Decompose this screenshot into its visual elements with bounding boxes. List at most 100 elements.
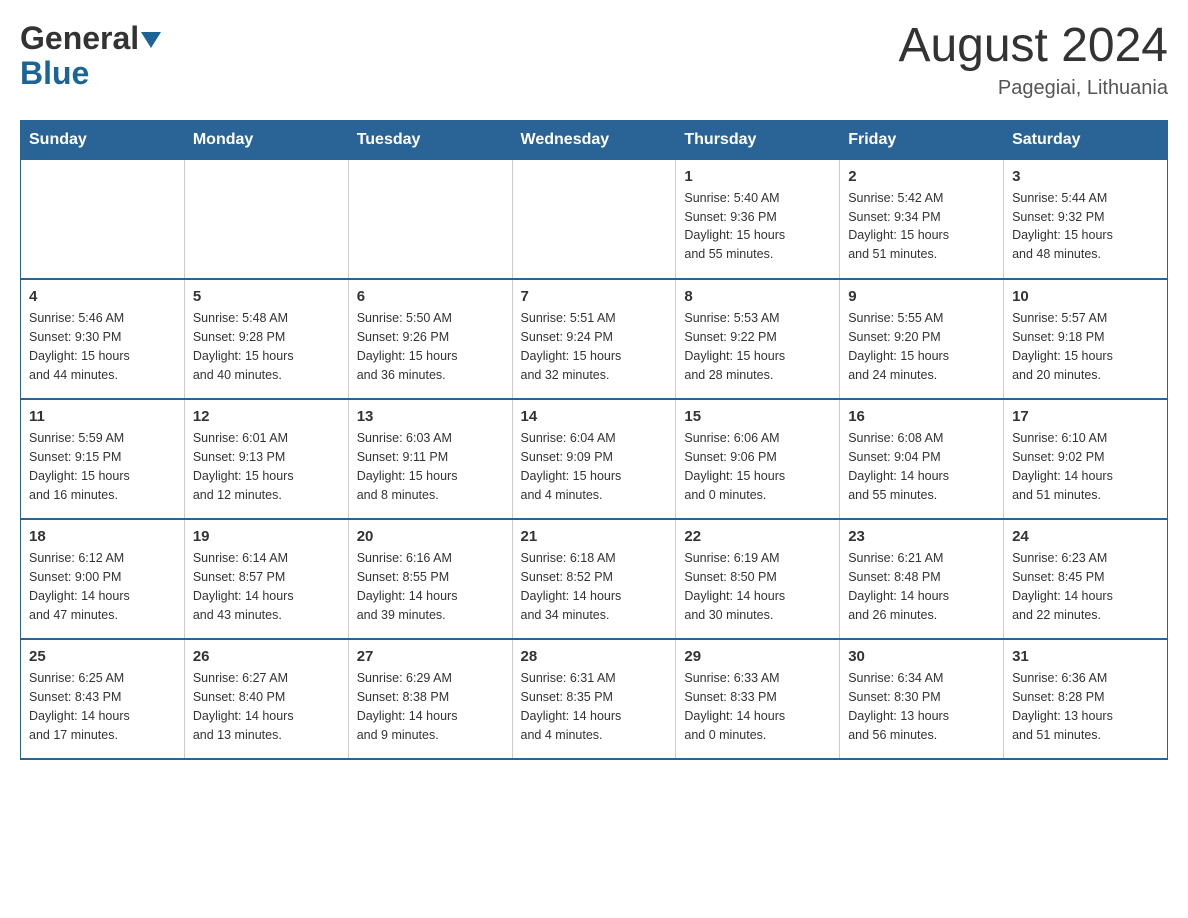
day-info: Sunrise: 6:36 AM Sunset: 8:28 PM Dayligh… [1012,669,1159,744]
day-number: 2 [848,168,995,185]
calendar-cell: 17Sunrise: 6:10 AM Sunset: 9:02 PM Dayli… [1004,399,1168,519]
weekday-header-thursday: Thursday [676,120,840,159]
day-info: Sunrise: 5:51 AM Sunset: 9:24 PM Dayligh… [521,309,668,384]
calendar-cell: 11 Sunrise: 5:59 AM Sunset: 9:15 PM Dayli… [21,399,185,519]
calendar-cell: 3 Sunrise: 5:44 AM Sunset: 9:32 PM Daylig… [1004,159,1168,279]
calendar-cell: 20 Sunrise: 6:16 AM Sunset: 8:55 PM Dayli… [348,519,512,639]
weekday-header-friday: Friday [840,120,1004,159]
day-info: Sunrise: 5:57 AM Sunset: 9:18 PM Dayligh… [1012,309,1159,384]
calendar-cell: 27 Sunrise: 6:29 AM Sunset: 8:38 PM Dayli… [348,639,512,759]
calendar-cell: 15Sunrise: 6:06 AM Sunset: 9:06 PM Dayli… [676,399,840,519]
day-number: 14 [521,408,668,425]
logo: General Blue [20,20,161,89]
calendar-cell: 31 Sunrise: 6:36 AM Sunset: 8:28 PM Dayli… [1004,639,1168,759]
calendar-cell: 2Sunrise: 5:42 AM Sunset: 9:34 PM Daylig… [840,159,1004,279]
day-number: 29 [684,648,831,665]
calendar-week-1: 1Sunrise: 5:40 AM Sunset: 9:36 PM Daylig… [21,159,1168,279]
day-number: 18 [29,528,176,545]
calendar-cell: 21Sunrise: 6:18 AM Sunset: 8:52 PM Dayli… [512,519,676,639]
day-number: 12 [193,408,340,425]
day-info: Sunrise: 5:44 AM Sunset: 9:32 PM Dayligh… [1012,189,1159,264]
day-info: Sunrise: 6:27 AM Sunset: 8:40 PM Dayligh… [193,669,340,744]
calendar-cell: 6 Sunrise: 5:50 AM Sunset: 9:26 PM Daylig… [348,279,512,399]
calendar-cell [21,159,185,279]
calendar-cell: 5 Sunrise: 5:48 AM Sunset: 9:28 PM Daylig… [184,279,348,399]
day-number: 23 [848,528,995,545]
calendar-cell: 26Sunrise: 6:27 AM Sunset: 8:40 PM Dayli… [184,639,348,759]
day-info: Sunrise: 5:53 AM Sunset: 9:22 PM Dayligh… [684,309,831,384]
day-info: Sunrise: 6:19 AM Sunset: 8:50 PM Dayligh… [684,549,831,624]
day-number: 19 [193,528,340,545]
day-number: 9 [848,288,995,305]
day-info: Sunrise: 5:59 AM Sunset: 9:15 PM Dayligh… [29,429,176,504]
day-number: 17 [1012,408,1159,425]
title-section: August 2024 Pagegiai, Lithuania [898,20,1168,100]
calendar-cell: 23 Sunrise: 6:21 AM Sunset: 8:48 PM Dayli… [840,519,1004,639]
day-number: 20 [357,528,504,545]
calendar-cell: 9 Sunrise: 5:55 AM Sunset: 9:20 PM Daylig… [840,279,1004,399]
day-number: 11 [29,408,176,425]
day-info: Sunrise: 6:33 AM Sunset: 8:33 PM Dayligh… [684,669,831,744]
logo-triangle-icon [141,32,161,48]
calendar-cell: 16 Sunrise: 6:08 AM Sunset: 9:04 PM Dayli… [840,399,1004,519]
calendar-cell: 8 Sunrise: 5:53 AM Sunset: 9:22 PM Daylig… [676,279,840,399]
day-number: 8 [684,288,831,305]
calendar-week-5: 25 Sunrise: 6:25 AM Sunset: 8:43 PM Dayli… [21,639,1168,759]
day-number: 25 [29,648,176,665]
weekday-header-tuesday: Tuesday [348,120,512,159]
day-info: Sunrise: 6:08 AM Sunset: 9:04 PM Dayligh… [848,429,995,504]
day-info: Sunrise: 6:16 AM Sunset: 8:55 PM Dayligh… [357,549,504,624]
day-number: 30 [848,648,995,665]
calendar-week-3: 11 Sunrise: 5:59 AM Sunset: 9:15 PM Dayli… [21,399,1168,519]
calendar-cell: 12 Sunrise: 6:01 AM Sunset: 9:13 PM Dayli… [184,399,348,519]
calendar-cell [184,159,348,279]
month-year-title: August 2024 [898,20,1168,73]
calendar-cell: 25 Sunrise: 6:25 AM Sunset: 8:43 PM Dayli… [21,639,185,759]
day-number: 6 [357,288,504,305]
day-number: 7 [521,288,668,305]
calendar-cell [348,159,512,279]
weekday-header-sunday: Sunday [21,120,185,159]
calendar-cell: 10Sunrise: 5:57 AM Sunset: 9:18 PM Dayli… [1004,279,1168,399]
calendar-week-2: 4 Sunrise: 5:46 AM Sunset: 9:30 PM Daylig… [21,279,1168,399]
day-info: Sunrise: 6:21 AM Sunset: 8:48 PM Dayligh… [848,549,995,624]
day-number: 15 [684,408,831,425]
weekday-header-saturday: Saturday [1004,120,1168,159]
weekday-header-row: SundayMondayTuesdayWednesdayThursdayFrid… [21,120,1168,159]
calendar-cell: 19Sunrise: 6:14 AM Sunset: 8:57 PM Dayli… [184,519,348,639]
day-info: Sunrise: 6:03 AM Sunset: 9:11 PM Dayligh… [357,429,504,504]
day-number: 4 [29,288,176,305]
day-info: Sunrise: 6:25 AM Sunset: 8:43 PM Dayligh… [29,669,176,744]
logo-general-word: General [20,20,139,57]
day-info: Sunrise: 6:29 AM Sunset: 8:38 PM Dayligh… [357,669,504,744]
calendar-cell: 14 Sunrise: 6:04 AM Sunset: 9:09 PM Dayli… [512,399,676,519]
calendar-week-4: 18Sunrise: 6:12 AM Sunset: 9:00 PM Dayli… [21,519,1168,639]
day-info: Sunrise: 6:01 AM Sunset: 9:13 PM Dayligh… [193,429,340,504]
day-info: Sunrise: 6:04 AM Sunset: 9:09 PM Dayligh… [521,429,668,504]
calendar-cell: 1Sunrise: 5:40 AM Sunset: 9:36 PM Daylig… [676,159,840,279]
calendar-cell: 18Sunrise: 6:12 AM Sunset: 9:00 PM Dayli… [21,519,185,639]
page-header: General Blue August 2024 Pagegiai, Lithu… [20,20,1168,100]
day-number: 13 [357,408,504,425]
calendar-table: SundayMondayTuesdayWednesdayThursdayFrid… [20,120,1168,761]
weekday-header-monday: Monday [184,120,348,159]
day-info: Sunrise: 5:40 AM Sunset: 9:36 PM Dayligh… [684,189,831,264]
day-info: Sunrise: 5:46 AM Sunset: 9:30 PM Dayligh… [29,309,176,384]
calendar-cell: 24Sunrise: 6:23 AM Sunset: 8:45 PM Dayli… [1004,519,1168,639]
day-number: 16 [848,408,995,425]
day-number: 27 [357,648,504,665]
calendar-cell: 7 Sunrise: 5:51 AM Sunset: 9:24 PM Daylig… [512,279,676,399]
day-number: 31 [1012,648,1159,665]
calendar-cell [512,159,676,279]
logo-blue-word: Blue [20,57,89,89]
day-number: 3 [1012,168,1159,185]
day-number: 21 [521,528,668,545]
day-info: Sunrise: 5:55 AM Sunset: 9:20 PM Dayligh… [848,309,995,384]
calendar-cell: 13 Sunrise: 6:03 AM Sunset: 9:11 PM Dayli… [348,399,512,519]
weekday-header-wednesday: Wednesday [512,120,676,159]
day-info: Sunrise: 5:50 AM Sunset: 9:26 PM Dayligh… [357,309,504,384]
logo-general-text: General [20,20,161,57]
day-info: Sunrise: 5:48 AM Sunset: 9:28 PM Dayligh… [193,309,340,384]
day-info: Sunrise: 6:23 AM Sunset: 8:45 PM Dayligh… [1012,549,1159,624]
day-number: 5 [193,288,340,305]
